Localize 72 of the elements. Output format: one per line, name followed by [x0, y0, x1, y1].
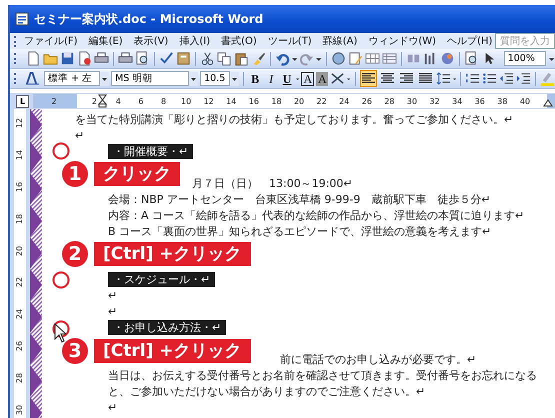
paragraph-text: 会場：NBP アートセンター 台東区浅草橋 9-99-9 蔵前駅下車 徒歩５分↵	[108, 193, 491, 206]
ruler-number: 10	[180, 96, 192, 106]
ruler-number: 32	[428, 96, 441, 106]
step-label: [Ctrl] +クリック	[94, 339, 251, 363]
font-size-dropdown[interactable]: 10.5	[200, 71, 230, 86]
paragraph-text: ↵	[108, 289, 118, 302]
ruler-number: 18	[270, 96, 283, 106]
menu-item[interactable]: ツール(T)	[268, 34, 312, 48]
step-number: 2	[62, 241, 88, 267]
ruler-number: 34	[451, 96, 464, 106]
menu-item[interactable]: 挿入(I)	[179, 34, 210, 48]
underline-button[interactable]: U	[280, 72, 294, 86]
font-dropdown[interactable]: MS 明朝	[111, 71, 190, 86]
ruler-number: 16	[248, 96, 260, 106]
step-label: クリック	[94, 162, 180, 186]
ruler-number: 4	[114, 96, 122, 106]
ruler-number: 20	[292, 96, 306, 106]
section-heading: ・お申し込み方法・↵	[108, 320, 226, 335]
step-label: [Ctrl] +クリック	[94, 242, 251, 266]
ruler-number: 26	[360, 96, 373, 106]
ruler-number: 14	[14, 150, 25, 160]
menu-item[interactable]: 書式(O)	[221, 34, 257, 48]
ruler-number: 18	[14, 214, 25, 224]
ruler-number: 40	[518, 96, 532, 106]
section-heading: ・開催概要・↵	[108, 144, 194, 159]
window-title: セミナー案内状.doc - Microsoft Word	[34, 10, 264, 28]
ruler-number: 12	[14, 118, 25, 128]
tab-selector[interactable]: L	[16, 94, 29, 108]
ruler-number: 22	[14, 277, 25, 288]
ruler-number: 20	[14, 245, 25, 256]
step-number: 3	[62, 338, 88, 364]
paragraph-text: B コース「裏面の世界」知られざるエピソードで、浮世絵の意義を考えます↵	[108, 225, 492, 238]
ruler-number: 24	[338, 96, 350, 106]
paragraph-text: ↵	[108, 305, 118, 318]
ruler-number: 36	[474, 96, 486, 106]
paragraph-text: と、ご参加いただけない場合がありますのでご注意ください。↵	[108, 385, 426, 398]
ruler-number: 8	[160, 96, 168, 106]
menu-item[interactable]: 罫線(A)	[322, 34, 358, 48]
step-number: 1	[62, 161, 88, 187]
ruler-number: 6	[137, 96, 144, 106]
menu-item[interactable]: ヘルプ(H)	[447, 34, 492, 48]
ruler-number: 30	[14, 404, 25, 416]
ruler-number: 28	[14, 373, 25, 384]
paragraph-text: ↵	[75, 129, 84, 142]
ruler-number: 16	[14, 182, 25, 192]
ruler-number: 2	[90, 96, 97, 106]
ruler-number: 28	[383, 96, 396, 106]
menu-item[interactable]: ウィンドウ(W)	[368, 34, 436, 48]
menu-item[interactable]: 表示(V)	[134, 34, 168, 48]
section-heading: ・スケジュール・↵	[108, 272, 216, 287]
border-button[interactable]: A	[301, 72, 314, 86]
ruler-number: 2	[50, 96, 58, 106]
ruler-number: 24	[14, 309, 25, 320]
ruler-number: 22	[316, 96, 328, 106]
italic-button[interactable]: I	[264, 72, 278, 86]
paragraph-text: 月７日（日） 13:00～19:00↵	[192, 177, 353, 190]
bold-button[interactable]: B	[248, 72, 262, 86]
menu-item[interactable]: 編集(E)	[88, 34, 123, 48]
zoom-dropdown[interactable]: 100%	[504, 51, 546, 66]
shading-button[interactable]: A	[316, 72, 328, 86]
ruler-number: 26	[14, 341, 25, 352]
paragraph-text: 前に電話でのお申し込みが必要です。↵	[280, 353, 476, 366]
style-dropdown[interactable]: 標準 + 左	[44, 71, 100, 86]
ruler-number: 30	[406, 96, 418, 106]
paragraph-text: ↵	[108, 401, 118, 414]
menu-item[interactable]: ファイル(F)	[24, 34, 78, 48]
ruler-number: 12	[202, 96, 215, 106]
paragraph-text: を当てた特別講演「彫りと摺りの技術」も予定しております。奮ってご参加ください。↵	[75, 113, 514, 126]
ruler-number: 14	[225, 96, 238, 106]
paragraph-text: 内容：A コース「絵師を語る」代表的な絵師の作品から、浮世絵の本質に迫ります↵	[108, 209, 524, 222]
paragraph-text: 当日は、お伝えする受付番号とお名前を確認させて頂きます。受付番号をお忘れになる	[108, 369, 537, 382]
ruler-number: 38	[496, 96, 508, 106]
